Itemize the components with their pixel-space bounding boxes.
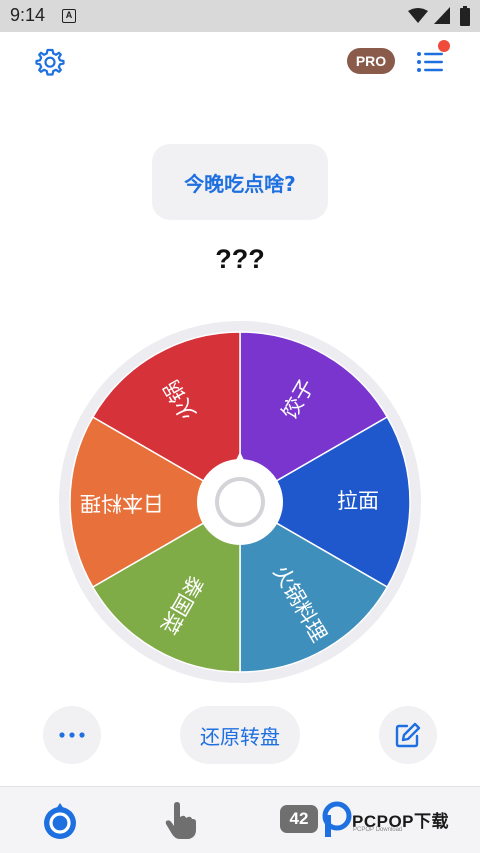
more-button[interactable] — [43, 706, 101, 764]
reset-wheel-button[interactable]: 还原转盘 — [180, 706, 300, 764]
wheel-tab-icon — [44, 803, 76, 839]
signal-icon — [434, 7, 450, 24]
gear-icon — [35, 48, 65, 76]
count-badge[interactable]: 42 — [280, 805, 318, 833]
status-bar: 9:14 A — [0, 0, 480, 32]
list-icon — [417, 52, 443, 72]
battery-icon — [460, 6, 470, 26]
tab-finger[interactable] — [158, 799, 202, 843]
bottom-bar: 42 PCPOP下载 PCPOP Download — [0, 786, 480, 853]
notification-icon: A — [62, 9, 76, 23]
edit-icon — [395, 722, 421, 748]
wifi-icon — [408, 8, 428, 23]
hand-pointer-icon — [165, 802, 196, 839]
question-card[interactable]: 今晚吃点啥? — [152, 144, 328, 220]
tab-wheel[interactable] — [38, 799, 82, 843]
edit-button[interactable] — [379, 706, 437, 764]
pro-badge[interactable]: PRO — [347, 48, 395, 74]
spin-wheel[interactable]: 饺子拉面火锅料理泰国菜日本料理火锅 — [58, 320, 422, 684]
pcpop-logo-icon — [322, 801, 352, 837]
wheel-segment-label: 日本料理 — [80, 491, 164, 515]
top-bar: PRO — [0, 32, 480, 92]
result-text: ??? — [215, 244, 265, 274]
more-icon — [59, 732, 85, 738]
notification-dot — [438, 40, 450, 52]
status-time: 9:14 — [10, 5, 46, 25]
watermark-subtext: PCPOP Download — [353, 827, 403, 833]
settings-button[interactable] — [32, 44, 68, 80]
wheel-segment-label: 拉面 — [337, 489, 379, 513]
